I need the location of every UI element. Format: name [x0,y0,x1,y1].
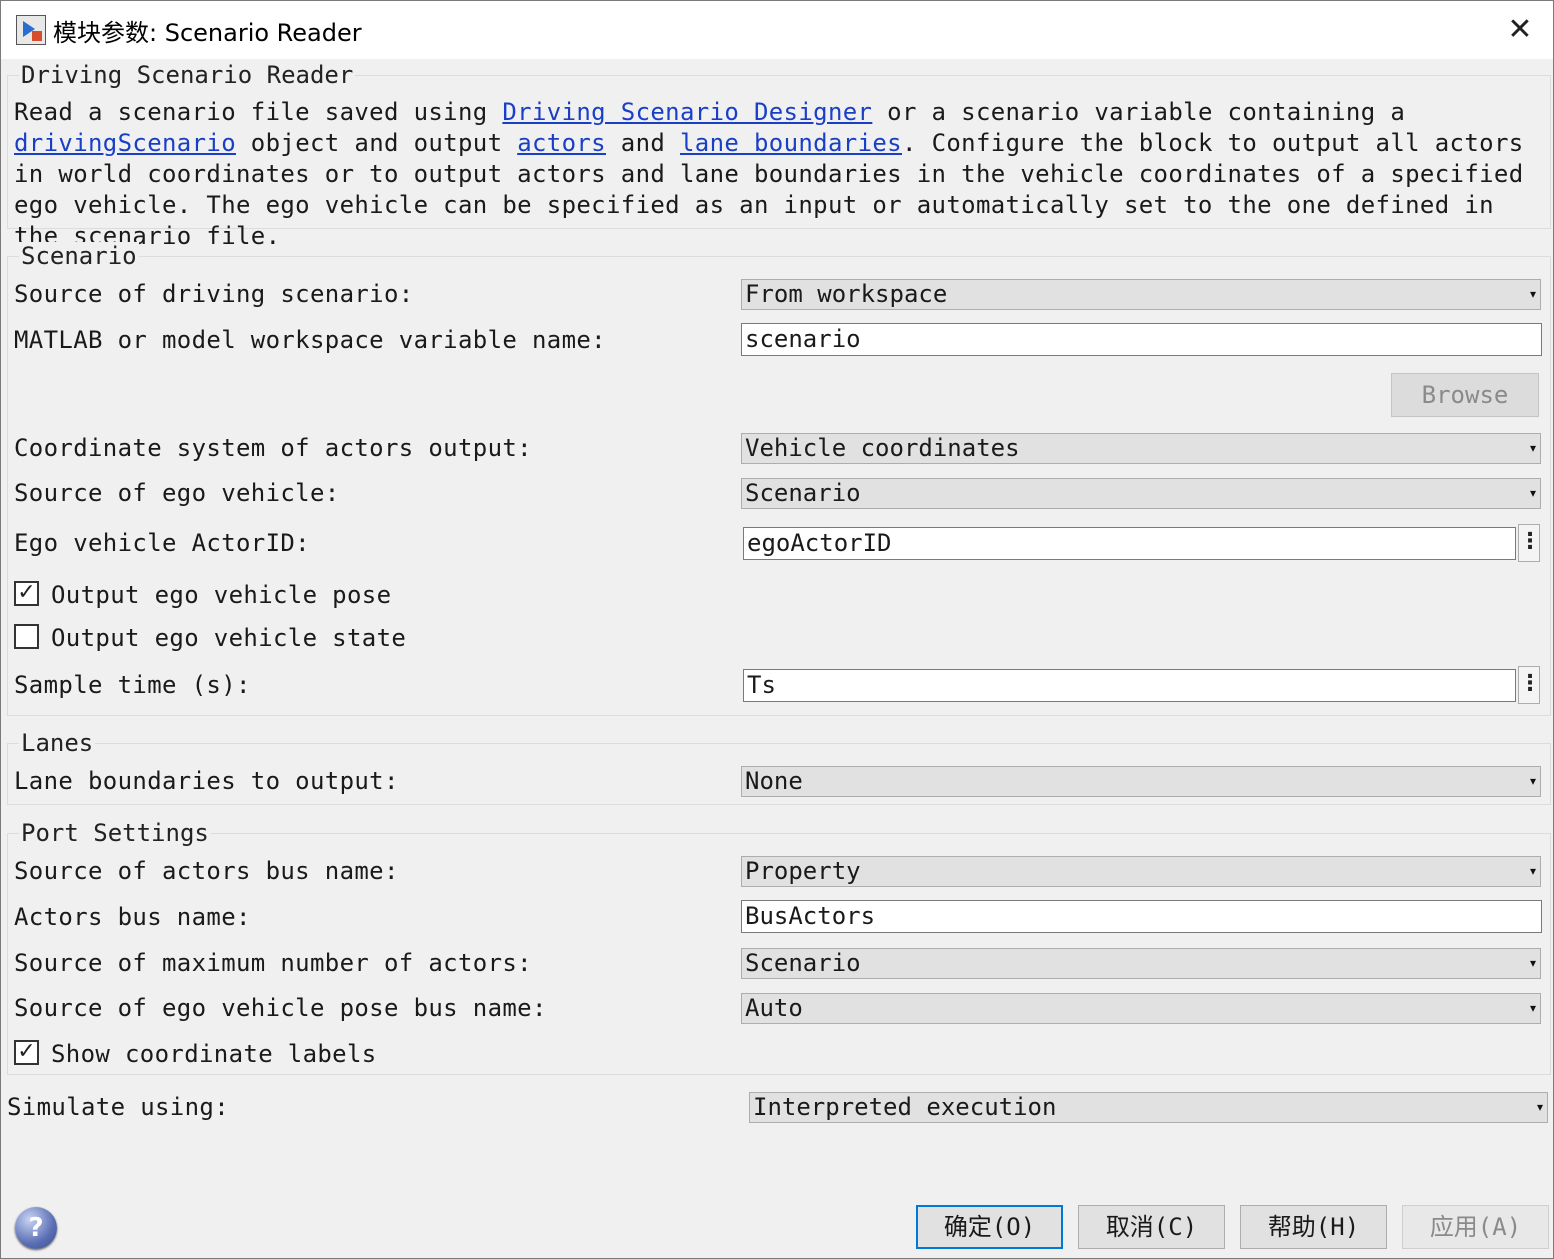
source-of-actors-bus-name-label: Source of actors bus name: [14,857,399,885]
block-parameters-dialog: 模块参数: Scenario Reader ✕ Driving Scenario… [0,0,1554,1259]
window-title: 模块参数: Scenario Reader [53,19,362,47]
ego-vehicle-actorid-input[interactable]: egoActorID [743,527,1516,560]
source-of-driving-scenario-label: Source of driving scenario: [14,280,414,308]
ok-button[interactable]: 确定(O) [916,1205,1063,1249]
max-actors-source-select[interactable]: Scenario ▾ [741,948,1541,979]
chevron-down-icon: ▾ [1536,1100,1543,1114]
output-ego-pose-label: Output ego vehicle pose [51,581,392,609]
show-coordinate-labels-checkbox[interactable]: ✓ [14,1040,39,1065]
source-of-ego-vehicle-label: Source of ego vehicle: [14,479,340,507]
source-of-driving-scenario-select[interactable]: From workspace ▾ [741,279,1541,310]
chevron-down-icon: ▾ [1529,864,1536,878]
title-bar: 模块参数: Scenario Reader ✕ [1,1,1553,59]
chevron-down-icon: ▾ [1529,774,1536,788]
cancel-button[interactable]: 取消(C) [1078,1205,1225,1249]
max-actors-source-label: Source of maximum number of actors: [14,949,532,977]
chevron-down-icon: ▾ [1529,486,1536,500]
output-ego-state-checkbox[interactable] [14,624,39,649]
scenario-group-title: Scenario [19,242,139,270]
ego-vehicle-actorid-label: Ego vehicle ActorID: [14,529,310,557]
apply-button[interactable]: 应用(A) [1402,1205,1549,1249]
coordinate-system-select[interactable]: Vehicle coordinates ▾ [741,433,1541,464]
chevron-down-icon: ▾ [1529,1001,1536,1015]
actors-bus-name-label: Actors bus name: [14,903,251,931]
workspace-variable-name-label: MATLAB or model workspace variable name: [14,326,606,354]
simulate-using-label: Simulate using: [7,1093,229,1121]
simulate-using-select[interactable]: Interpreted execution ▾ [749,1092,1548,1123]
block-name: Driving Scenario Reader [19,61,356,89]
driving-scenario-link[interactable]: drivingScenario [14,129,236,157]
help-icon[interactable]: ? [15,1207,57,1249]
output-ego-state-label: Output ego vehicle state [51,624,407,652]
ego-pose-bus-name-select[interactable]: Auto ▾ [741,993,1541,1024]
sample-time-input[interactable]: Ts [743,669,1516,702]
driving-scenario-designer-link[interactable]: Driving Scenario Designer [502,98,872,126]
chevron-down-icon: ▾ [1529,441,1536,455]
actors-bus-name-input[interactable]: BusActors [741,900,1542,933]
more-options-icon[interactable]: ⋮ [1518,666,1541,704]
coordinate-system-label: Coordinate system of actors output: [14,434,532,462]
lane-boundaries-select[interactable]: None ▾ [741,766,1541,797]
port-settings-group-title: Port Settings [19,819,211,847]
output-ego-pose-checkbox[interactable]: ✓ [14,581,39,606]
sample-time-label: Sample time (s): [14,671,251,699]
actors-link[interactable]: actors [517,129,606,157]
simulink-block-icon [16,15,46,45]
browse-button[interactable]: Browse [1391,373,1539,417]
help-button[interactable]: 帮助(H) [1240,1205,1387,1249]
lanes-group-title: Lanes [19,729,96,757]
chevron-down-icon: ▾ [1529,956,1536,970]
chevron-down-icon: ▾ [1529,287,1536,301]
lane-boundaries-link[interactable]: lane boundaries [680,129,902,157]
source-of-ego-vehicle-select[interactable]: Scenario ▾ [741,478,1541,509]
show-coordinate-labels-label: Show coordinate labels [51,1040,377,1068]
lane-boundaries-label: Lane boundaries to output: [14,767,399,795]
close-icon[interactable]: ✕ [1501,11,1539,49]
ego-pose-bus-name-label: Source of ego vehicle pose bus name: [14,994,547,1022]
source-of-actors-bus-name-select[interactable]: Property ▾ [741,856,1541,887]
more-options-icon[interactable]: ⋮ [1518,524,1541,562]
workspace-variable-name-input[interactable]: scenario [741,323,1542,356]
block-description: Read a scenario file saved using Driving… [14,98,1524,250]
